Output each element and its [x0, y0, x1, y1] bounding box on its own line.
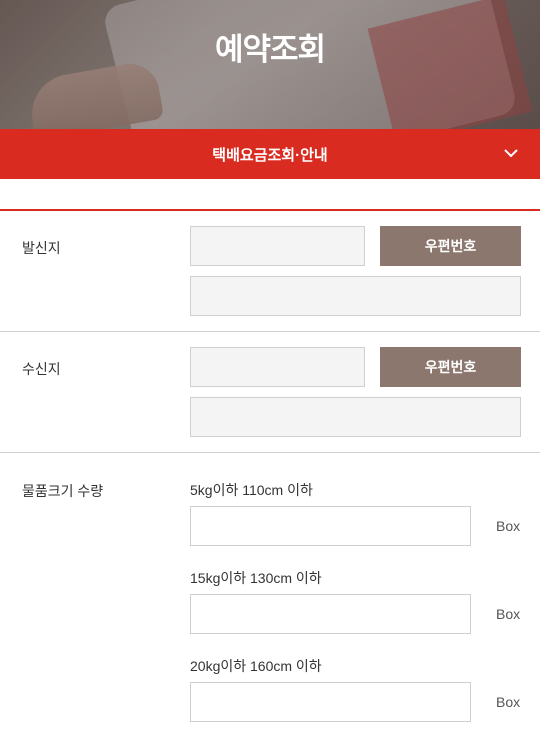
receiver-address-input[interactable] — [190, 397, 521, 437]
category-dropdown[interactable]: 택배요금조회·안내 — [0, 129, 540, 179]
package-unit-3: Box — [496, 694, 521, 710]
sender-label: 발신지 — [22, 240, 61, 256]
package-spec-1: 5kg이하 110cm 이하 — [190, 482, 313, 498]
package-qty-input-1[interactable] — [190, 506, 471, 546]
sender-zipcode-button[interactable]: 우편번호 — [380, 226, 521, 266]
hero-banner: 예약조회 — [0, 0, 540, 129]
package-spec-3: 20kg이하 160cm 이하 — [190, 658, 322, 674]
receiver-row: 수신지 우편번호 — [0, 332, 540, 453]
sender-address-input[interactable] — [190, 276, 521, 316]
package-qty-input-3[interactable] — [190, 682, 471, 722]
sender-row: 발신지 우편번호 — [0, 211, 540, 332]
category-dropdown-label: 택배요금조회·안내 — [212, 146, 328, 164]
package-spec-2: 15kg이하 130cm 이하 — [190, 570, 322, 586]
receiver-label: 수신지 — [22, 361, 61, 377]
sender-zipcode-input[interactable] — [190, 226, 365, 266]
receiver-zipcode-button[interactable]: 우편번호 — [380, 347, 521, 387]
chevron-down-icon — [504, 149, 518, 158]
page-title: 예약조회 — [214, 32, 326, 67]
package-label: 물품크기 수량 — [22, 483, 104, 499]
package-unit-2: Box — [496, 606, 521, 622]
package-unit-1: Box — [496, 518, 521, 534]
package-qty-input-2[interactable] — [190, 594, 471, 634]
receiver-zipcode-input[interactable] — [190, 347, 365, 387]
